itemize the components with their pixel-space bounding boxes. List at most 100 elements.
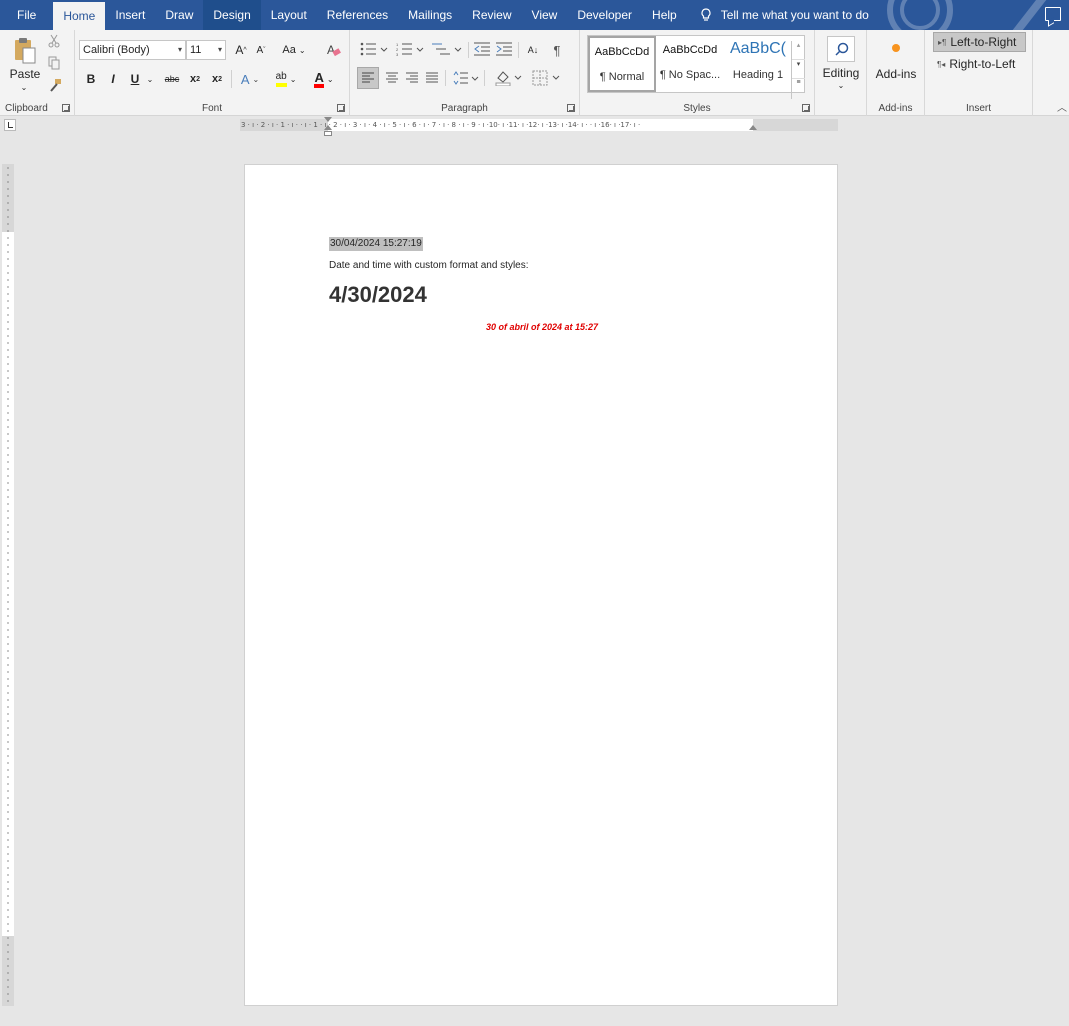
chevron-down-icon: ⌄ — [289, 74, 297, 84]
chevron-down-icon: ⌄ — [326, 74, 334, 84]
paragraph-launcher-icon[interactable] — [567, 104, 575, 112]
tab-layout[interactable]: Layout — [261, 0, 317, 30]
tab-selector-icon[interactable] — [4, 119, 16, 131]
style-no-spacing[interactable]: AaBbCcDd ¶ No Spac... — [656, 36, 724, 92]
borders-icon[interactable] — [532, 70, 562, 86]
search-icon — [835, 42, 849, 56]
style-sample: AaBbCcDd — [594, 46, 650, 58]
italic-button[interactable]: I — [105, 70, 121, 88]
show-formatting-marks-button[interactable]: ¶ — [548, 41, 566, 59]
font-color-icon: A — [314, 71, 324, 88]
ltr-label: Left-to-Right — [950, 35, 1017, 49]
tab-home[interactable]: Home — [53, 0, 106, 30]
font-launcher-icon[interactable] — [337, 104, 345, 112]
hanging-indent-marker-icon[interactable] — [324, 125, 332, 130]
date-time-field[interactable]: 30/04/2024 15:27:19 — [329, 237, 423, 251]
ribbon-tab-bar: File Home Insert Draw Design Layout Refe… — [0, 0, 1069, 30]
styled-date-text[interactable]: 30 of abril of 2024 at 15:27 — [245, 321, 839, 333]
align-left-button[interactable] — [357, 67, 379, 89]
editing-label[interactable]: Editing — [815, 66, 867, 80]
format-painter-icon[interactable] — [48, 78, 62, 92]
grow-font-button[interactable]: A ^ — [233, 41, 249, 59]
decrease-indent-icon[interactable] — [474, 42, 490, 56]
paste-button[interactable]: Paste — [6, 67, 44, 81]
shading-icon[interactable] — [494, 70, 524, 86]
sort-button[interactable]: A↓ — [524, 41, 542, 59]
tab-design[interactable]: Design — [203, 0, 261, 30]
increase-indent-icon[interactable] — [496, 42, 512, 56]
description-text[interactable]: Date and time with custom format and sty… — [329, 259, 529, 273]
divider — [445, 70, 446, 86]
first-line-indent-marker-icon[interactable] — [324, 117, 332, 122]
tab-mailings[interactable]: Mailings — [398, 0, 462, 30]
font-color-button[interactable]: A ⌄ — [309, 68, 339, 90]
tab-draw[interactable]: Draw — [155, 0, 203, 30]
tab-help[interactable]: Help — [642, 0, 687, 30]
editing-chevron-icon[interactable]: ⌄ — [815, 80, 867, 90]
rtl-label: Right-to-Left — [949, 57, 1016, 71]
highlight-button[interactable]: ab ⌄ — [271, 68, 301, 90]
underline-button[interactable]: U — [127, 70, 143, 88]
divider — [231, 70, 232, 88]
clipboard-group: Paste ⌄ Clipboard — [0, 30, 75, 116]
insert-label: Insert — [965, 103, 991, 114]
addins-label: Add-ins — [878, 103, 913, 114]
style-heading-1[interactable]: AaBbC( Heading 1 — [724, 36, 792, 92]
subscript-button[interactable]: x2 — [187, 70, 203, 88]
copy-icon[interactable] — [48, 56, 61, 70]
underline-dropdown-chevron-icon[interactable]: ⌄ — [145, 70, 155, 88]
date-large-text[interactable]: 4/30/2024 — [329, 281, 427, 309]
cut-icon[interactable] — [48, 34, 60, 48]
tab-view[interactable]: View — [522, 0, 568, 30]
align-right-icon[interactable] — [406, 72, 418, 84]
tab-file[interactable]: File — [0, 0, 53, 30]
background-decoration-icon — [887, 0, 1047, 30]
font-name-combo[interactable]: Calibri (Body) ▾ — [79, 40, 186, 60]
font-size-combo[interactable]: 11 ▾ — [186, 40, 226, 60]
multilevel-list-icon[interactable] — [432, 42, 464, 56]
clear-formatting-icon[interactable]: A — [327, 42, 341, 58]
bold-button[interactable]: B — [83, 70, 99, 88]
vertical-ruler[interactable] — [2, 164, 14, 1006]
addins-button[interactable]: Add-ins — [867, 66, 925, 82]
bullets-icon[interactable] — [360, 42, 390, 56]
justify-icon[interactable] — [426, 72, 438, 84]
left-to-right-button[interactable]: ▸¶ Left-to-Right — [933, 32, 1026, 52]
tell-me-label: Tell me what you want to do — [720, 8, 869, 22]
change-case-button[interactable]: Aa ⌄ — [279, 41, 309, 59]
align-center-icon[interactable] — [386, 72, 398, 84]
shrink-font-button[interactable]: Aˇ — [253, 41, 269, 59]
comments-icon[interactable] — [1045, 7, 1061, 21]
right-indent-marker-icon[interactable] — [749, 125, 757, 130]
left-indent-marker-icon[interactable] — [324, 131, 332, 136]
scroll-up-icon[interactable]: ▴ — [792, 41, 805, 60]
right-to-left-button[interactable]: ¶◂ Right-to-Left — [933, 54, 1026, 74]
paste-icon — [15, 38, 36, 64]
clipboard-launcher-icon[interactable] — [62, 104, 70, 112]
text-effects-button[interactable]: A ⌄ — [237, 70, 263, 88]
collapse-ribbon-icon[interactable]: ︿ — [1056, 100, 1068, 114]
font-label: Font — [201, 103, 222, 114]
strikethrough-button[interactable]: abc — [161, 70, 183, 88]
editing-button[interactable] — [827, 36, 855, 62]
divider — [468, 42, 469, 58]
addins-group: Add-ins Add-ins — [867, 30, 925, 116]
tab-review[interactable]: Review — [462, 0, 521, 30]
scroll-down-icon[interactable]: ▾ — [792, 60, 805, 79]
paste-dropdown-chevron-icon[interactable]: ⌄ — [16, 81, 32, 93]
more-styles-icon[interactable]: ≡ — [792, 79, 805, 97]
document-page[interactable]: 30/04/2024 15:27:19 Date and time with c… — [244, 164, 838, 1006]
line-spacing-icon[interactable] — [452, 71, 480, 85]
style-sample: AaBbCcDd — [662, 44, 718, 56]
superscript-button[interactable]: x2 — [209, 70, 225, 88]
tab-developer[interactable]: Developer — [567, 0, 642, 30]
tab-references[interactable]: References — [317, 0, 398, 30]
horizontal-ruler[interactable]: 3 · ı · 2 · ı · 1 · ı · · ı · 1 · ı · 2 … — [240, 117, 838, 136]
styles-launcher-icon[interactable] — [802, 104, 810, 112]
tell-me-search[interactable]: Tell me what you want to do — [699, 8, 869, 22]
chevron-down-icon: ⌄ — [298, 45, 306, 55]
styles-scroll[interactable]: ▴ ▾ ≡ — [791, 41, 805, 99]
tab-insert[interactable]: Insert — [105, 0, 155, 30]
numbering-icon[interactable]: 123 — [396, 42, 426, 56]
style-normal[interactable]: AaBbCcDd ¶ Normal — [588, 36, 656, 92]
